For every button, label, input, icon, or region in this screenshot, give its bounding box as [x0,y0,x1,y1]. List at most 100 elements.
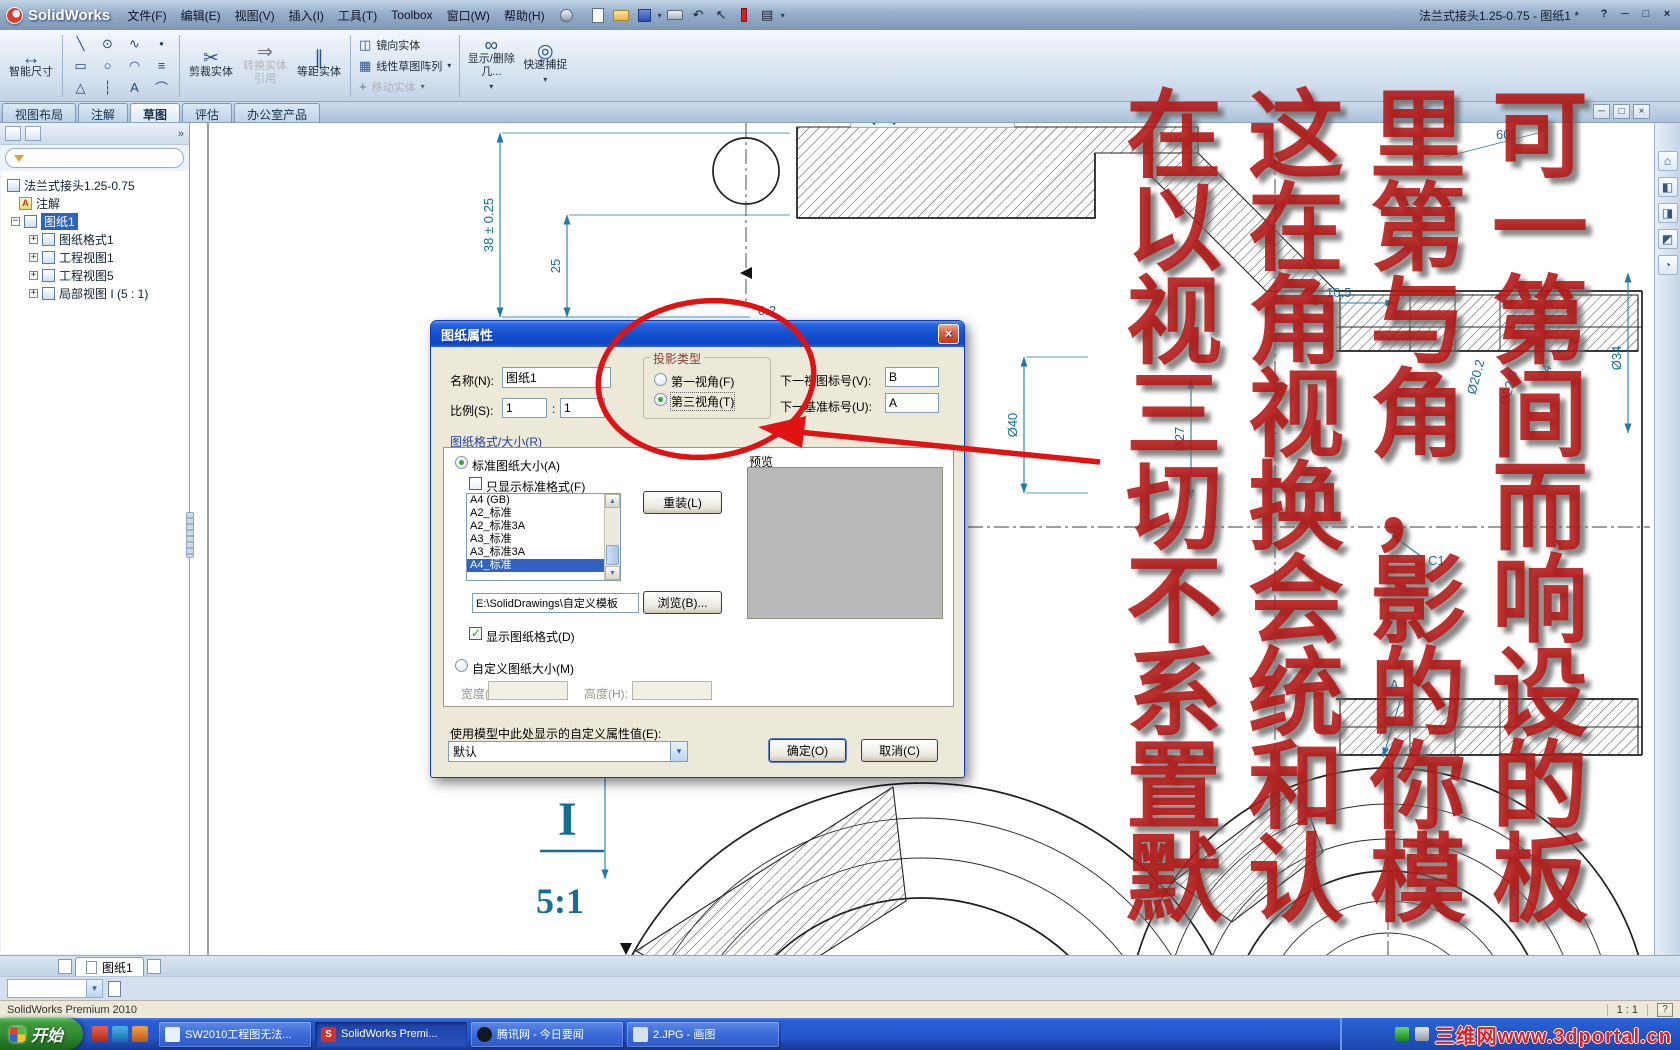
detail-view-scale[interactable]: 5:1 [536,881,584,921]
tree-drawing-view1[interactable]: + 工程视图1 [3,248,186,266]
spline-tool-icon[interactable]: ∿ [121,33,148,55]
status-help-icon[interactable]: ? [1657,1002,1673,1017]
tab-office-products[interactable]: 办公室产品 [234,103,321,122]
trim-entities-button[interactable]: ✂ 剪裁实体 [184,33,238,99]
text-tool-icon[interactable]: A [121,77,148,99]
tree-sheet-format1[interactable]: + 图纸格式1 [3,230,186,248]
expand-icon[interactable]: + [29,288,38,298]
dim-24deg[interactable]: 24° [1535,357,1557,381]
tray-icon-shield[interactable] [1394,1027,1409,1041]
quick-snaps-button[interactable]: ◎ 快速捕捉 ▾ [518,33,572,99]
options-dropdown-icon[interactable]: ▾ [781,11,785,20]
dim-d34[interactable]: Ø34 [1609,346,1624,371]
size-option[interactable]: A3_标准 [467,533,620,546]
tab-view-layout[interactable]: 视图布局 [2,103,77,122]
size-option-selected[interactable]: A4_标准 [467,559,620,572]
property-manager-tab-icon[interactable] [25,126,41,141]
pin-menu-icon[interactable] [559,8,573,22]
tree-filter-box[interactable] [5,148,184,168]
sheet-tab-active[interactable]: 图纸1 [75,957,144,976]
scroll-up-icon[interactable]: ▲ [605,494,620,508]
offset-entities-button[interactable]: ∥ 等距实体 [292,33,346,99]
dialog-close-button[interactable]: × [938,324,959,344]
scroll-down-icon[interactable]: ▼ [605,566,620,580]
minimize-button[interactable]: ─ [1616,7,1634,23]
mirror-entities-button[interactable]: ◫ 镜向实体 [355,35,455,55]
appearance-icon[interactable]: ◔ [1657,255,1678,275]
menu-help[interactable]: 帮助(H) [497,3,552,28]
display-delete-dropdown-icon[interactable]: ▾ [489,80,493,93]
combo-dropdown-icon[interactable]: ▾ [86,980,102,997]
polygon-tool-icon[interactable]: △ [67,77,94,99]
task-paint[interactable]: 2.JPG - 画图 [627,1021,780,1047]
collapse-icon[interactable]: − [11,216,20,226]
standard-size-label[interactable]: 标准图纸大小(A) [472,457,560,474]
tab-annotation[interactable]: 注解 [78,103,129,122]
menu-tools[interactable]: 工具(T) [331,3,384,28]
linear-pattern-button[interactable]: ▦ 线性草图阵列 ▾ [355,56,455,76]
rebuild-icon[interactable] [735,6,754,25]
dialog-title-bar[interactable]: 图纸属性 × [431,321,964,347]
linear-pattern-dropdown-icon[interactable]: ▾ [447,61,451,70]
menu-edit[interactable]: 编辑(E) [174,3,228,28]
quick-snaps-dropdown-icon[interactable]: ▾ [543,73,547,86]
start-button[interactable]: 开始 [0,1018,84,1050]
standard-views-icon[interactable]: ◧ [1657,177,1678,197]
tree-detail-view[interactable]: + 局部视图 I (5 : 1) [3,284,186,302]
scale-denominator-input[interactable] [560,398,605,418]
tab-sketch[interactable]: 草图 [130,103,181,122]
listbox-scrollbar[interactable]: ▲ ▼ [604,494,620,580]
first-angle-radio[interactable] [654,373,667,386]
next-datum-input[interactable] [885,393,939,413]
size-option[interactable]: A2_标准3A [467,520,620,533]
menu-toolbox[interactable]: Toolbox [384,4,439,26]
save-icon[interactable] [635,6,654,25]
dim-0-2[interactable]: 0.2 [758,303,776,318]
sheet-size-listbox[interactable]: A4 (GB) A2_标准 A2_标准3A A3_标准 A3_标准3A A4_标… [466,493,621,581]
third-angle-label[interactable]: 第三视角(T) [669,392,736,411]
scrollbar-thumb[interactable] [606,545,619,565]
open-document-icon[interactable] [612,6,631,25]
quick-filter-combo[interactable]: ▾ [7,979,103,998]
reload-button[interactable]: 重装(L) [643,491,722,514]
browse-button[interactable]: 浏览(B)... [643,591,722,614]
tray-icon-volume[interactable] [1414,1027,1429,1041]
tree-annotations[interactable]: A 注解 [3,194,186,212]
clipboard-icon[interactable] [108,980,121,997]
template-path-input[interactable] [472,593,639,613]
dim-c1[interactable]: C1 [1428,553,1445,568]
feature-tree-tab-icon[interactable] [5,126,21,141]
doc-close-button[interactable]: × [1633,104,1650,119]
dim-10-5[interactable]: 10.5 [1326,285,1351,300]
quick-launch-icon-1[interactable] [92,1026,109,1042]
display-delete-relations-button[interactable]: ∞ 显示/删除几... ▾ [464,33,518,99]
section-view-icon[interactable]: ◨ [1657,203,1678,223]
home-view-icon[interactable]: ⌂ [1657,151,1678,171]
help-button[interactable]: ? [1595,7,1613,23]
panel-splitter-handle[interactable] [186,512,194,558]
detail-view-label[interactable]: I [558,793,577,846]
dim-d20-2[interactable]: Ø20.2 [1464,358,1488,396]
task-qq-news[interactable]: 腾讯网 - 今日要闻 [471,1021,624,1047]
custom-size-radio[interactable] [455,659,468,672]
doc-restore-button[interactable]: □ [1613,104,1630,119]
select-arrow-icon[interactable]: ↖ [712,6,731,25]
expand-icon[interactable]: + [29,270,38,280]
rectangle-tool-icon[interactable]: ▭ [67,55,94,77]
arc-tool-icon[interactable]: ◠ [121,55,148,77]
menu-view[interactable]: 视图(V) [228,3,282,28]
only-standard-checkbox[interactable] [469,477,482,490]
tab-evaluate[interactable]: 评估 [182,103,233,122]
expand-icon[interactable]: + [29,252,38,262]
tree-sheet1[interactable]: − 图纸1 [3,212,186,230]
task-sw2010-doc[interactable]: SW2010工程图无法... [159,1021,312,1047]
size-option[interactable]: A2_标准 [467,507,620,520]
menu-window[interactable]: 窗口(W) [440,3,497,28]
dim-d40[interactable]: Ø40 [1005,413,1020,438]
quick-launch-icon-3[interactable] [132,1026,149,1042]
equation-tool-icon[interactable]: ≡ [148,55,175,77]
scale-numerator-input[interactable] [502,398,547,418]
sheet-nav-icon[interactable] [58,959,72,974]
options-list-icon[interactable]: ▤ [758,6,777,25]
first-angle-label[interactable]: 第一视角(F) [671,373,734,390]
